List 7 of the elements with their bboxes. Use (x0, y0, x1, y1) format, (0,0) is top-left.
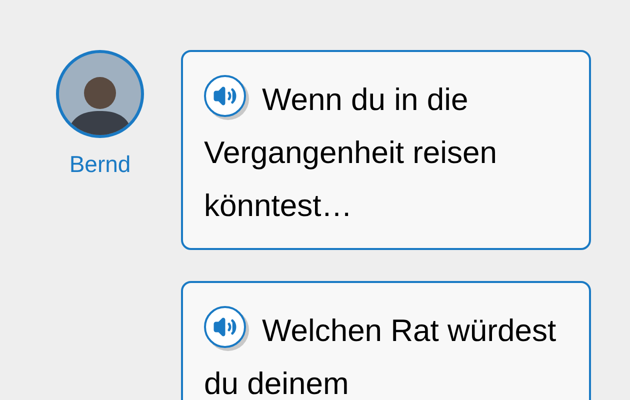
sender-name: Bernd (69, 150, 131, 179)
message-text: Wenn du in die Vergangenheit reisen könntest… (204, 73, 573, 232)
speaker-icon (213, 84, 237, 108)
message-text: Welchen Rat würdest du deinem (204, 304, 573, 400)
play-audio-button[interactable] (204, 74, 246, 117)
speaker-icon (213, 314, 237, 339)
play-audio-button[interactable] (204, 306, 246, 348)
